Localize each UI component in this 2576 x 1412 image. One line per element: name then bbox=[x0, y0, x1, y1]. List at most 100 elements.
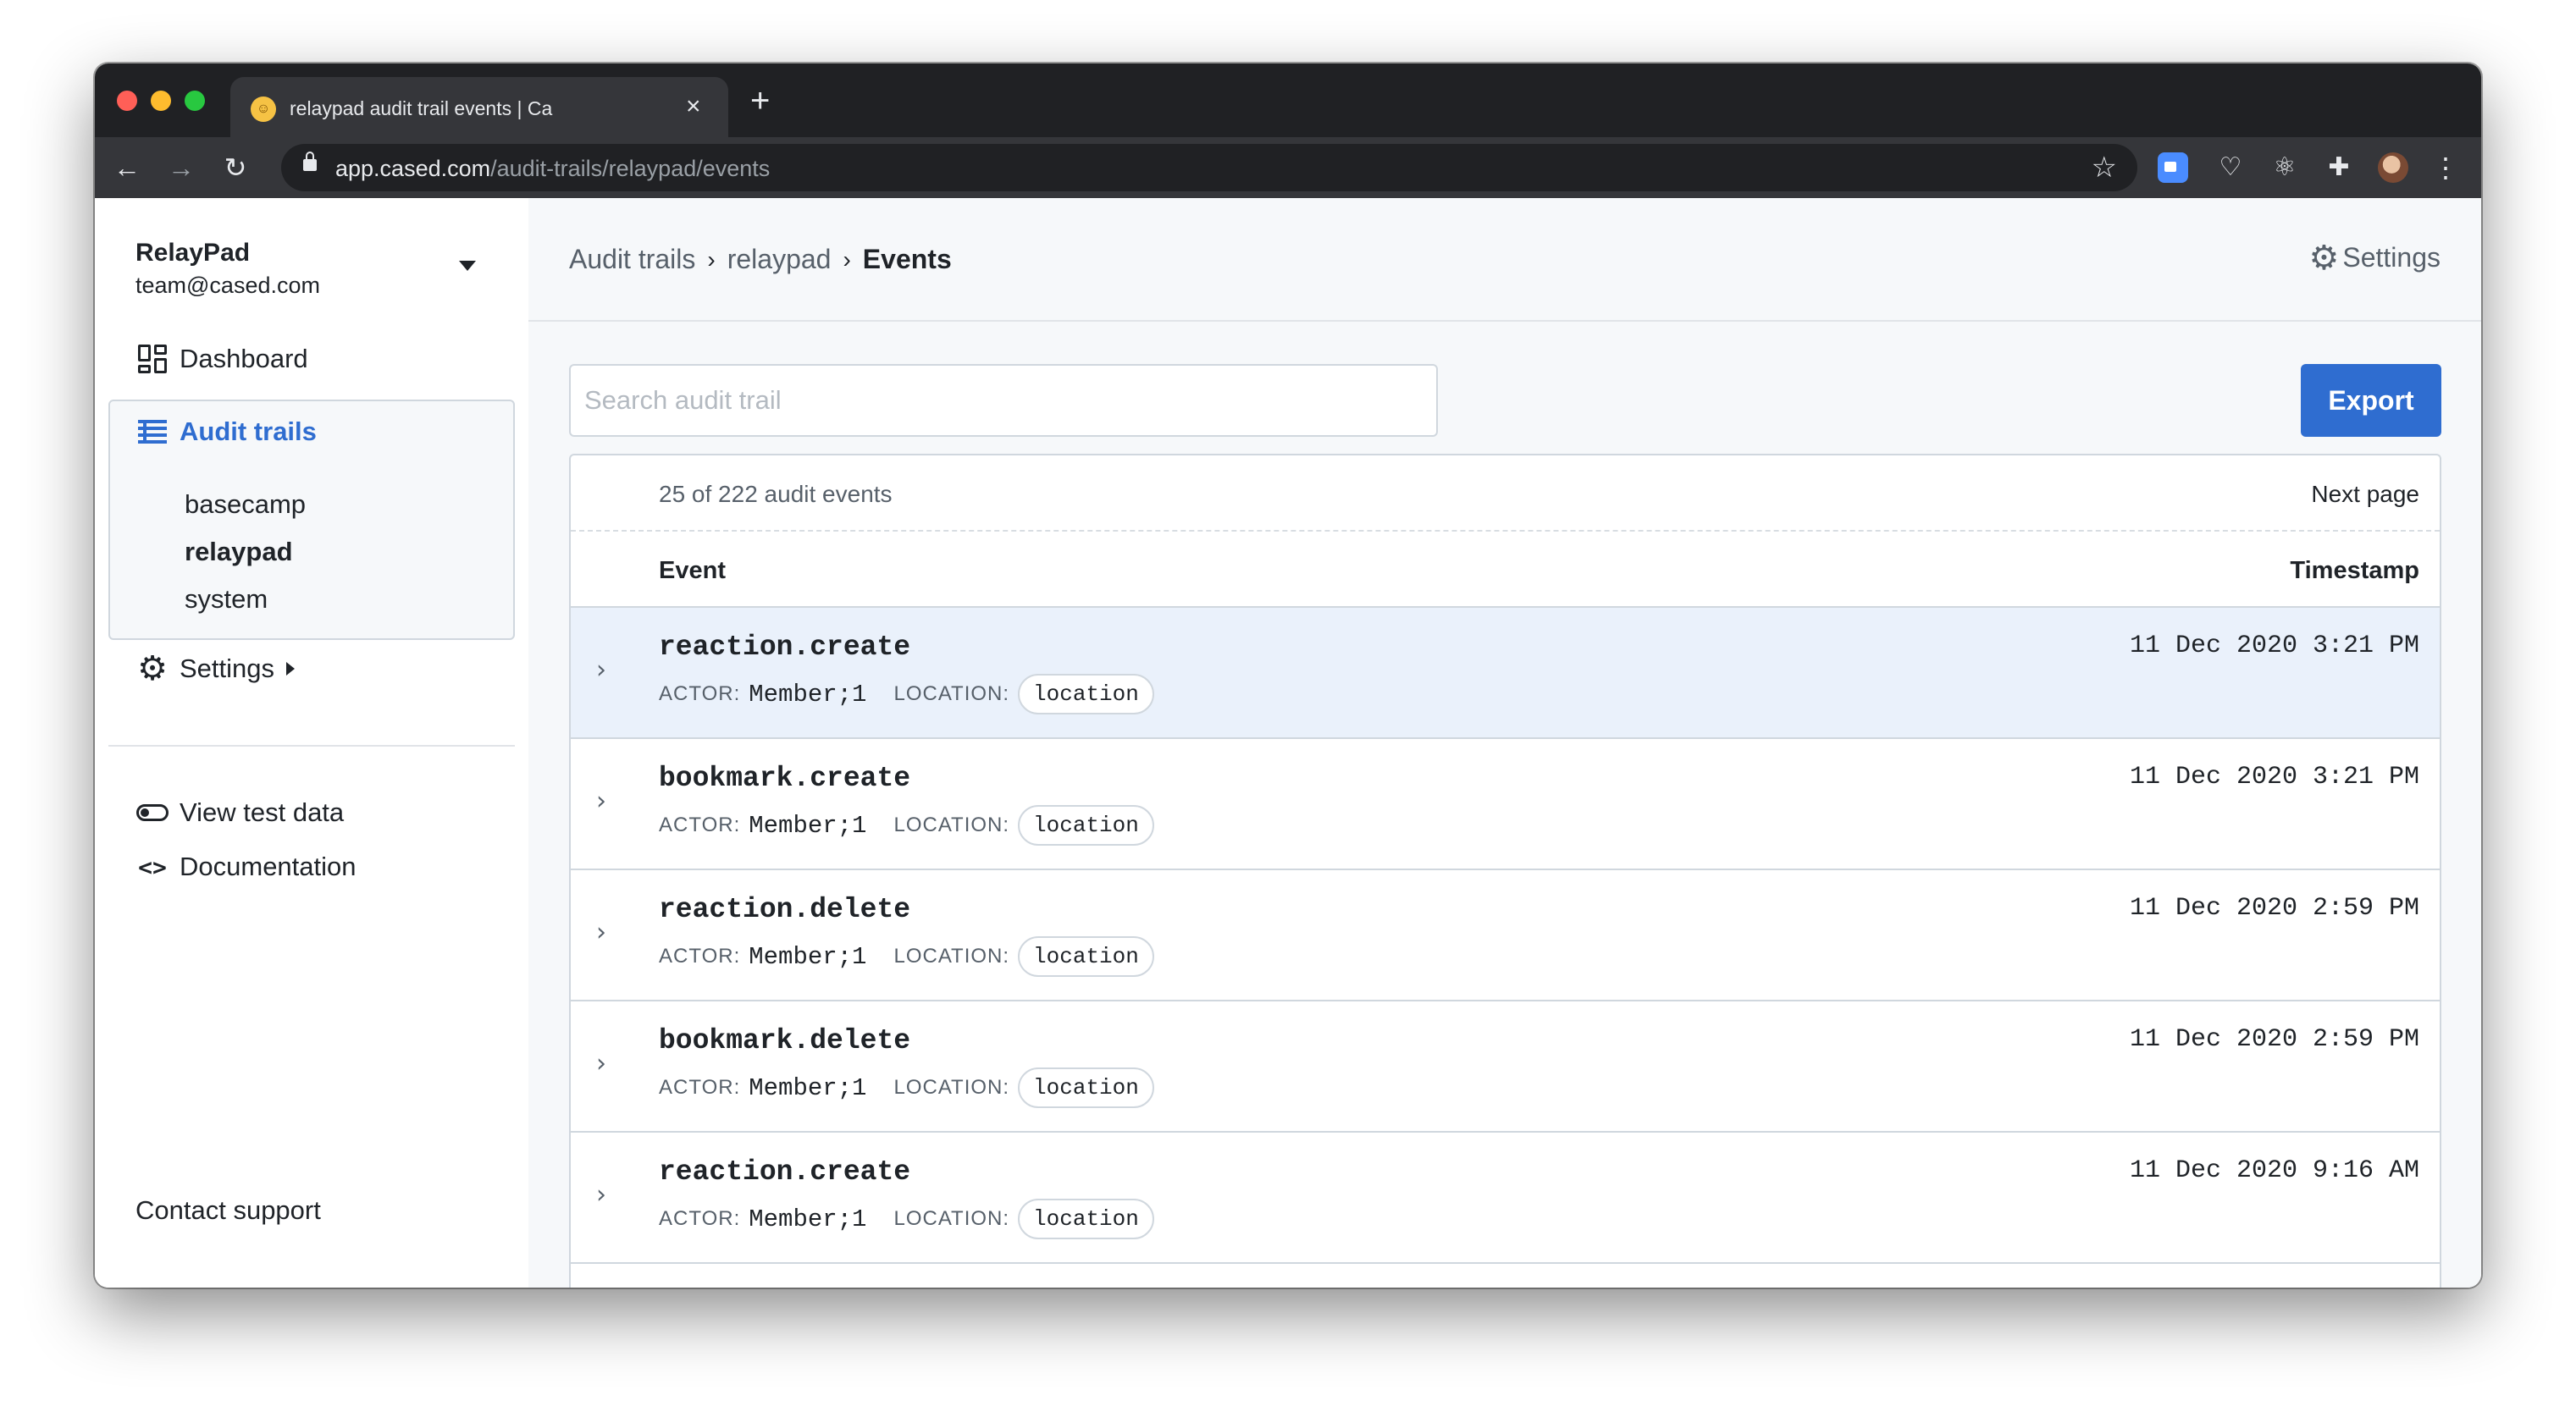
table-row[interactable]: › bookmark.delete 11 Dec 2020 2:59 PM AC… bbox=[571, 1001, 2440, 1133]
contact-support-link[interactable]: Contact support bbox=[135, 1195, 321, 1226]
chevron-right-icon[interactable]: › bbox=[596, 918, 606, 947]
react-devtools-icon[interactable]: ⚛ bbox=[2269, 152, 2300, 183]
gear-icon: ⚙ bbox=[137, 650, 168, 687]
reload-icon[interactable]: ↻ bbox=[217, 149, 254, 186]
chevron-right-icon: › bbox=[843, 245, 851, 273]
gear-icon: ⚙ bbox=[2308, 239, 2340, 277]
actor-value: Member;1 bbox=[749, 680, 867, 709]
sidebar-item-label: Audit trails bbox=[180, 416, 317, 446]
event-name: bookmark.delete bbox=[659, 1025, 911, 1056]
cased-favicon-icon: ☺ bbox=[251, 97, 276, 122]
close-window-button[interactable] bbox=[117, 91, 137, 111]
browser-toolbar: ← → ↻ app.cased.com/audit-trails/relaypa… bbox=[95, 137, 2481, 198]
browser-tab-bar: ☺ relaypad audit trail events | Ca × + bbox=[95, 63, 2481, 137]
location-badge: location bbox=[1018, 1067, 1154, 1108]
address-bar[interactable]: app.cased.com/audit-trails/relaypad/even… bbox=[281, 144, 2137, 191]
sidebar-item-settings[interactable]: ⚙ Settings bbox=[135, 650, 296, 687]
zoom-extension-icon[interactable] bbox=[2158, 152, 2188, 183]
table-row[interactable]: › reaction.create 11 Dec 2020 3:21 PM AC… bbox=[571, 608, 2440, 739]
table-row[interactable]: › reaction.delete 11 Dec 2020 2:59 PM AC… bbox=[571, 870, 2440, 1001]
table-header: Event Timestamp bbox=[571, 532, 2440, 608]
new-tab-icon[interactable]: + bbox=[750, 84, 770, 118]
sidebar-item-documentation[interactable]: <> Documentation bbox=[135, 850, 357, 884]
event-meta: ACTOR: Member;1 LOCATION: location bbox=[659, 1199, 1154, 1239]
tab-title: relaypad audit trail events | Ca bbox=[290, 97, 553, 119]
pagination-row: 25 of 222 audit events Next page bbox=[571, 455, 2440, 532]
sidebar-divider bbox=[108, 745, 515, 747]
event-meta: ACTOR: Member;1 LOCATION: location bbox=[659, 936, 1154, 977]
sidebar-item-label: Dashboard bbox=[180, 344, 308, 373]
location-badge: location bbox=[1018, 674, 1154, 714]
actor-key: ACTOR: bbox=[659, 1207, 741, 1230]
event-name: reaction.create bbox=[659, 632, 911, 663]
location-badge: location bbox=[1018, 805, 1154, 846]
breadcrumb-audit-trails[interactable]: Audit trails bbox=[569, 244, 695, 275]
table-row[interactable]: › reaction.create 11 Dec 2020 9:16 AM AC… bbox=[571, 1133, 2440, 1264]
actor-value: Member;1 bbox=[749, 811, 867, 840]
forward-arrow-icon[interactable]: → bbox=[163, 149, 200, 186]
event-count: 25 of 222 audit events bbox=[659, 481, 893, 507]
sidebar-subitem-relaypad[interactable]: relaypad bbox=[185, 537, 293, 567]
event-name: reaction.create bbox=[659, 1156, 911, 1188]
actor-key: ACTOR: bbox=[659, 945, 741, 968]
sidebar-subitem-basecamp[interactable]: basecamp bbox=[185, 489, 306, 520]
column-header-timestamp: Timestamp bbox=[2290, 557, 2419, 584]
event-timestamp: 11 Dec 2020 3:21 PM bbox=[2129, 763, 2419, 791]
pocket-extension-icon[interactable]: ♡ bbox=[2215, 152, 2246, 183]
sidebar-item-label: Settings bbox=[180, 654, 275, 683]
back-arrow-icon[interactable]: ← bbox=[108, 149, 146, 186]
browser-menu-icon[interactable]: ⋮ bbox=[2430, 152, 2461, 183]
bookmark-star-icon[interactable]: ☆ bbox=[2092, 151, 2117, 185]
location-key: LOCATION: bbox=[893, 1076, 1010, 1099]
location-badge: location bbox=[1018, 936, 1154, 977]
chevron-right-icon[interactable]: › bbox=[596, 1180, 606, 1210]
next-page-link[interactable]: Next page bbox=[2311, 481, 2419, 508]
sidebar-item-audit-trails[interactable]: Audit trails bbox=[135, 415, 317, 449]
minimize-window-button[interactable] bbox=[151, 91, 171, 111]
events-table: 25 of 222 audit events Next page Event T… bbox=[569, 454, 2441, 1288]
breadcrumb-events: Events bbox=[862, 244, 952, 274]
actor-key: ACTOR: bbox=[659, 1076, 741, 1099]
browser-tab[interactable]: ☺ relaypad audit trail events | Ca × bbox=[230, 77, 728, 137]
event-meta: ACTOR: Member;1 LOCATION: location bbox=[659, 805, 1154, 846]
sidebar-item-view-test-data[interactable]: View test data bbox=[135, 796, 344, 830]
dashboard-icon bbox=[135, 342, 169, 376]
actor-value: Member;1 bbox=[749, 942, 867, 971]
chevron-right-icon[interactable]: › bbox=[596, 786, 606, 816]
event-timestamp: 11 Dec 2020 3:21 PM bbox=[2129, 632, 2419, 660]
table-list-icon bbox=[135, 415, 169, 449]
export-button[interactable]: Export bbox=[2301, 364, 2441, 437]
table-row[interactable]: › bookmark.create 11 Dec 2020 3:21 PM AC… bbox=[571, 739, 2440, 870]
chevron-right-icon[interactable]: › bbox=[596, 1049, 606, 1078]
maximize-window-button[interactable] bbox=[185, 91, 205, 111]
actor-key: ACTOR: bbox=[659, 682, 741, 705]
search-input[interactable] bbox=[569, 364, 1438, 437]
org-switcher-caret-icon[interactable] bbox=[459, 261, 476, 271]
page-header: Audit trails › relaypad › Events ⚙ Setti… bbox=[528, 198, 2481, 322]
breadcrumb-relaypad[interactable]: relaypad bbox=[727, 244, 832, 275]
profile-avatar[interactable] bbox=[2378, 152, 2408, 183]
sidebar-item-label: Documentation bbox=[180, 852, 357, 881]
breadcrumb: Audit trails › relaypad › Events bbox=[569, 244, 952, 275]
actor-value: Member;1 bbox=[749, 1073, 867, 1102]
chevron-right-icon: › bbox=[707, 245, 716, 273]
sidebar: RelayPad team@cased.com Dashboard Audit … bbox=[95, 198, 528, 1288]
location-key: LOCATION: bbox=[893, 1207, 1010, 1230]
extensions-puzzle-icon[interactable]: ✚ bbox=[2324, 152, 2354, 183]
event-meta: ACTOR: Member;1 LOCATION: location bbox=[659, 1067, 1154, 1108]
tab-close-icon[interactable]: × bbox=[686, 91, 701, 122]
actor-value: Member;1 bbox=[749, 1205, 867, 1233]
org-email: team@cased.com bbox=[135, 273, 320, 298]
sidebar-item-dashboard[interactable]: Dashboard bbox=[135, 342, 308, 376]
settings-label: Settings bbox=[2342, 242, 2441, 273]
chevron-right-icon[interactable]: › bbox=[596, 655, 606, 685]
caret-right-icon bbox=[286, 662, 296, 676]
event-timestamp: 11 Dec 2020 2:59 PM bbox=[2129, 894, 2419, 923]
sidebar-subitem-system[interactable]: system bbox=[185, 584, 268, 615]
sidebar-item-label: View test data bbox=[180, 797, 345, 827]
toggle-icon bbox=[135, 796, 169, 830]
url-text: app.cased.com/audit-trails/relaypad/even… bbox=[335, 156, 771, 181]
org-name[interactable]: RelayPad bbox=[135, 239, 250, 268]
event-meta: ACTOR: Member;1 LOCATION: location bbox=[659, 674, 1154, 714]
settings-button[interactable]: ⚙ Settings bbox=[2308, 239, 2441, 277]
